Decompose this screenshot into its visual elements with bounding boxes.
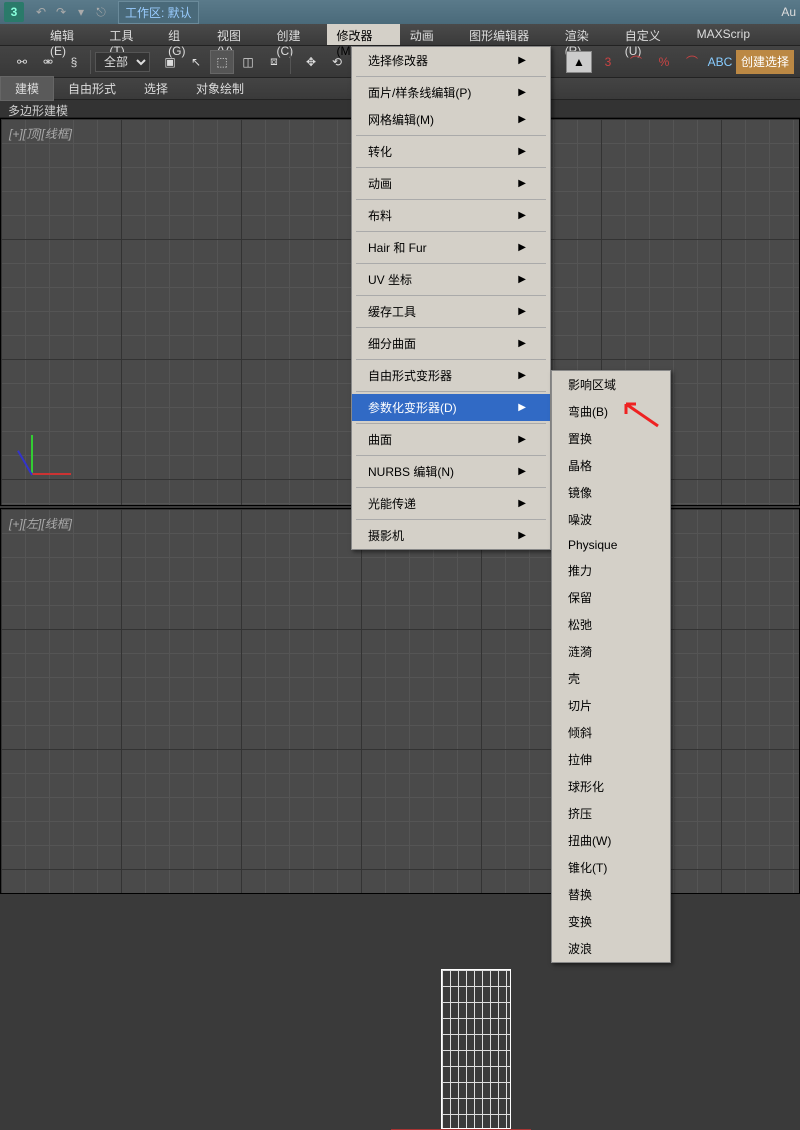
snap-percent-icon[interactable]: % [652,50,676,74]
right-toolbar: ▲ 3 ⌒ % ⌒ ABC 创建选择 [566,50,794,74]
menu-item-21[interactable]: 参数化变形器(D)▶ [352,394,550,421]
viewport-label-left[interactable]: [+][左][线框] [9,515,72,532]
cursor-tool-icon[interactable]: ↖ [184,50,208,74]
menu-item-13[interactable]: UV 坐标▶ [352,266,550,293]
modifiers-dropdown: 选择修改器▶ 面片/样条线编辑(P)▶网格编辑(M)▶ 转化▶ 动画▶ 布料▶ Hair … [351,46,551,550]
submenu-item-15[interactable]: 球形化 [552,773,670,800]
submenu-item-14[interactable]: 拉伸 [552,746,670,773]
menu-item-7[interactable]: 动画▶ [352,170,550,197]
move-tool-icon[interactable]: ✥ [299,50,323,74]
menu-item-2[interactable]: 面片/样条线编辑(P)▶ [352,79,550,106]
quick-access-toolbar: ↶ ↷ ▾ ⎋ [32,3,110,21]
mesh-object[interactable] [441,969,511,1129]
menu-customize[interactable]: 自定义(U) [615,24,687,45]
menu-item-17[interactable]: 细分曲面▶ [352,330,550,357]
app-title: Au [781,5,796,19]
axis-x [31,473,71,475]
submenu-item-21[interactable]: 波浪 [552,935,670,962]
menu-animation[interactable]: 动画(A) [400,24,459,45]
menu-item-0[interactable]: 选择修改器▶ [352,47,550,74]
tab-selection[interactable]: 选择 [130,77,182,100]
bind-tool-icon[interactable]: § [62,50,86,74]
menu-item-11[interactable]: Hair 和 Fur▶ [352,234,550,261]
menu-tools[interactable]: 工具(T) [99,24,158,45]
submenu-item-12[interactable]: 切片 [552,692,670,719]
menu-graph-editors[interactable]: 图形编辑器(D) [459,24,555,45]
menu-create[interactable]: 创建(C) [266,24,326,45]
submenu-item-18[interactable]: 锥化(T) [552,854,670,881]
menu-item-9[interactable]: 布料▶ [352,202,550,229]
menu-maxscript[interactable]: MAXScrip [687,24,760,45]
snap-icon[interactable]: ⌒ [624,50,648,74]
menu-item-5[interactable]: 转化▶ [352,138,550,165]
title-bar: 3 ↶ ↷ ▾ ⎋ 工作区: 默认 Au [0,0,800,24]
tab-freeform[interactable]: 自由形式 [54,77,130,100]
submenu-item-17[interactable]: 扭曲(W) [552,827,670,854]
render-button[interactable]: ▲ [566,51,592,73]
submenu-item-5[interactable]: 噪波 [552,506,670,533]
tab-object-paint[interactable]: 对象绘制 [182,77,258,100]
save-icon[interactable]: ▾ [72,3,90,21]
submenu-item-16[interactable]: 挤压 [552,800,670,827]
submenu-item-9[interactable]: 松弛 [552,611,670,638]
menu-item-27[interactable]: 光能传递▶ [352,490,550,517]
rect-select-icon[interactable]: ⬚ [210,50,234,74]
redo-icon[interactable]: ↷ [52,3,70,21]
submenu-item-4[interactable]: 镜像 [552,479,670,506]
viewport-left[interactable]: [+][左][线框] [0,508,800,894]
create-selection-icon[interactable]: 创建选择 [736,50,794,74]
menu-item-29[interactable]: 摄影机▶ [352,522,550,549]
snap-angle-icon[interactable]: 3 [596,50,620,74]
window-select-icon[interactable]: ◫ [236,50,260,74]
parametric-deformers-submenu: 影响区域弯曲(B)置换晶格镜像噪波Physique推力保留松弛涟漪壳切片倾斜拉伸… [551,370,671,963]
menu-item-23[interactable]: 曲面▶ [352,426,550,453]
submenu-item-11[interactable]: 壳 [552,665,670,692]
select-tool-icon[interactable]: ▣ [158,50,182,74]
annotation-arrow [620,398,660,431]
viewport-grid-major [1,509,799,893]
submenu-item-3[interactable]: 晶格 [552,452,670,479]
workspace-selector[interactable]: 工作区: 默认 [118,1,199,24]
submenu-item-10[interactable]: 涟漪 [552,638,670,665]
unlink-tool-icon[interactable]: ⚮ [36,50,60,74]
menu-modifiers[interactable]: 修改器(M) [327,24,400,45]
submenu-item-0[interactable]: 影响区域 [552,371,670,398]
link-tool-icon[interactable]: ⚯ [10,50,34,74]
menu-bar: 编辑(E) 工具(T) 组(G) 视图(V) 创建(C) 修改器(M) 动画(A… [0,24,800,46]
menu-edit[interactable]: 编辑(E) [40,24,99,45]
named-sel-icon[interactable]: ABC [708,50,732,74]
axis-y [31,435,33,475]
tab-modeling[interactable]: 建模 [0,76,54,101]
menu-group[interactable]: 组(G) [158,24,207,45]
selection-filter[interactable]: 全部 [95,52,150,72]
submenu-item-7[interactable]: 推力 [552,557,670,584]
undo-icon[interactable]: ↶ [32,3,50,21]
submenu-item-6[interactable]: Physique [552,533,670,557]
submenu-item-19[interactable]: 替换 [552,881,670,908]
menu-render[interactable]: 渲染(R) [555,24,615,45]
snap-toggle-icon[interactable]: ⌒ [680,50,704,74]
menu-view[interactable]: 视图(V) [207,24,266,45]
rotate-tool-icon[interactable]: ⟲ [325,50,349,74]
submenu-item-20[interactable]: 变换 [552,908,670,935]
menu-item-19[interactable]: 自由形式变形器▶ [352,362,550,389]
submenu-item-8[interactable]: 保留 [552,584,670,611]
app-logo[interactable]: 3 [4,2,24,22]
viewport-label-top[interactable]: [+][顶][线框] [9,125,72,142]
menu-item-25[interactable]: NURBS 编辑(N)▶ [352,458,550,485]
submenu-item-13[interactable]: 倾斜 [552,719,670,746]
crossing-select-icon[interactable]: ⧈ [262,50,286,74]
link-icon[interactable]: ⎋ [92,3,110,21]
menu-item-3[interactable]: 网格编辑(M)▶ [352,106,550,133]
menu-item-15[interactable]: 缓存工具▶ [352,298,550,325]
